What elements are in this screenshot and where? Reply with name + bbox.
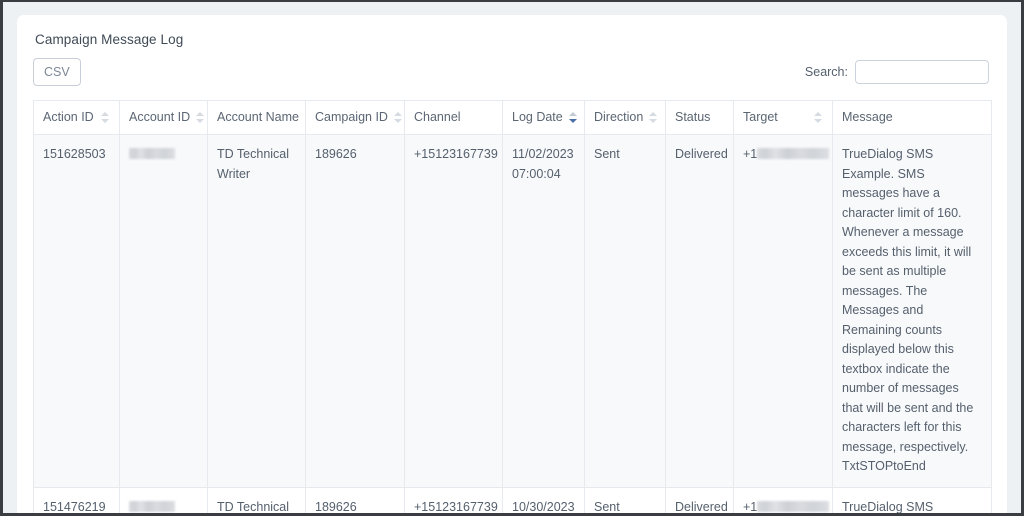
- column-header-label: Target: [743, 110, 778, 124]
- sort-arrows-icon[interactable]: [568, 111, 578, 124]
- table-header-row: Action ID Account ID Account Name Campaign …: [33, 100, 992, 135]
- column-header-status: Status: [665, 100, 734, 135]
- target-prefix: +1: [743, 499, 758, 514]
- redacted-value: [129, 500, 175, 512]
- sort-arrows-icon[interactable]: [101, 111, 110, 124]
- cell-log-date: 11/02/2023 07:00:04: [502, 134, 585, 488]
- column-header-label: Status: [675, 110, 711, 124]
- column-header-target[interactable]: Target: [733, 100, 833, 135]
- column-header-label: Campaign ID: [315, 110, 388, 124]
- cell-campaign-id: 189626: [305, 134, 405, 488]
- cell-message: TrueDialog SMS Example. SMS messages hav…: [832, 134, 992, 488]
- sort-arrows-icon[interactable]: [196, 111, 205, 124]
- table-body: 151628503 TD Technical Writer 189626 +15123…: [33, 134, 992, 514]
- cell-log-date: 10/30/2023 17:58:12: [502, 486, 585, 513]
- campaign-message-log-card: Campaign Message Log CSV Search: Action …: [17, 15, 1007, 513]
- table-header: Action ID Account ID Account Name Campaign …: [33, 100, 992, 135]
- table-toolbar: CSV Search:: [33, 58, 991, 86]
- column-header-label: Action ID: [43, 110, 94, 124]
- column-header-label: Direction: [594, 110, 644, 124]
- search-area: Search:: [805, 60, 989, 84]
- search-label: Search:: [804, 65, 848, 79]
- target-prefix: +1: [743, 147, 758, 161]
- cell-status: Delivered: [665, 134, 734, 488]
- table-row[interactable]: 151476219 TD Technical Writer189626+15123…: [33, 486, 992, 514]
- cell-target: +1: [733, 486, 833, 514]
- cell-direction: Sent: [584, 486, 666, 513]
- cell-channel: +15123167739: [404, 134, 503, 488]
- sort-arrows-icon[interactable]: [814, 111, 823, 124]
- cell-campaign-id: 189626: [305, 486, 405, 513]
- cell-account-id: [119, 134, 208, 488]
- column-header-label: Log Date: [512, 110, 563, 124]
- column-header-account-id[interactable]: Account ID: [119, 100, 208, 135]
- column-header-label: Account ID: [129, 110, 191, 124]
- column-header-label: Message: [842, 110, 893, 124]
- redacted-value: [129, 148, 175, 159]
- column-header-campaign-id[interactable]: Campaign ID: [305, 100, 405, 135]
- column-header-label: Account Name: [217, 110, 299, 124]
- cell-account-id: [119, 486, 208, 513]
- cell-action-id: 151476219: [33, 486, 120, 513]
- column-header-account-name: Account Name: [207, 100, 306, 135]
- cell-status: Delivered: [665, 486, 734, 513]
- column-header-log-date[interactable]: Log Date: [502, 100, 585, 135]
- redacted-value: [757, 148, 830, 159]
- cell-account-name: TD Technical Writer: [207, 134, 306, 488]
- redacted-value: [757, 500, 830, 512]
- cell-action-id: 151628503: [33, 134, 120, 488]
- cell-account-name: TD Technical Writer: [207, 486, 306, 513]
- sort-arrows-icon[interactable]: [393, 111, 403, 124]
- search-input[interactable]: [855, 60, 989, 84]
- cell-message: TrueDialog SMS Example. SMS messages hav…: [832, 486, 992, 513]
- csv-export-button[interactable]: CSV: [33, 58, 81, 86]
- app-viewport: Campaign Message Log CSV Search: Action …: [3, 2, 1021, 513]
- table-row[interactable]: 151628503 TD Technical Writer 189626 +15123…: [33, 134, 992, 488]
- sort-arrows-icon[interactable]: [649, 111, 658, 124]
- column-header-action-id[interactable]: Action ID: [33, 100, 120, 135]
- column-header-direction[interactable]: Direction: [584, 100, 666, 135]
- cell-target: +1: [733, 134, 833, 488]
- page-title: Campaign Message Log: [35, 32, 184, 47]
- cell-direction: Sent: [584, 134, 666, 488]
- column-header-message: Message: [832, 100, 992, 135]
- column-header-label: Channel: [414, 110, 461, 124]
- cell-channel: +15123167739: [404, 486, 503, 513]
- campaign-message-log-table: Action ID Account ID Account Name Campaign …: [33, 100, 992, 513]
- column-header-channel: Channel: [404, 100, 503, 135]
